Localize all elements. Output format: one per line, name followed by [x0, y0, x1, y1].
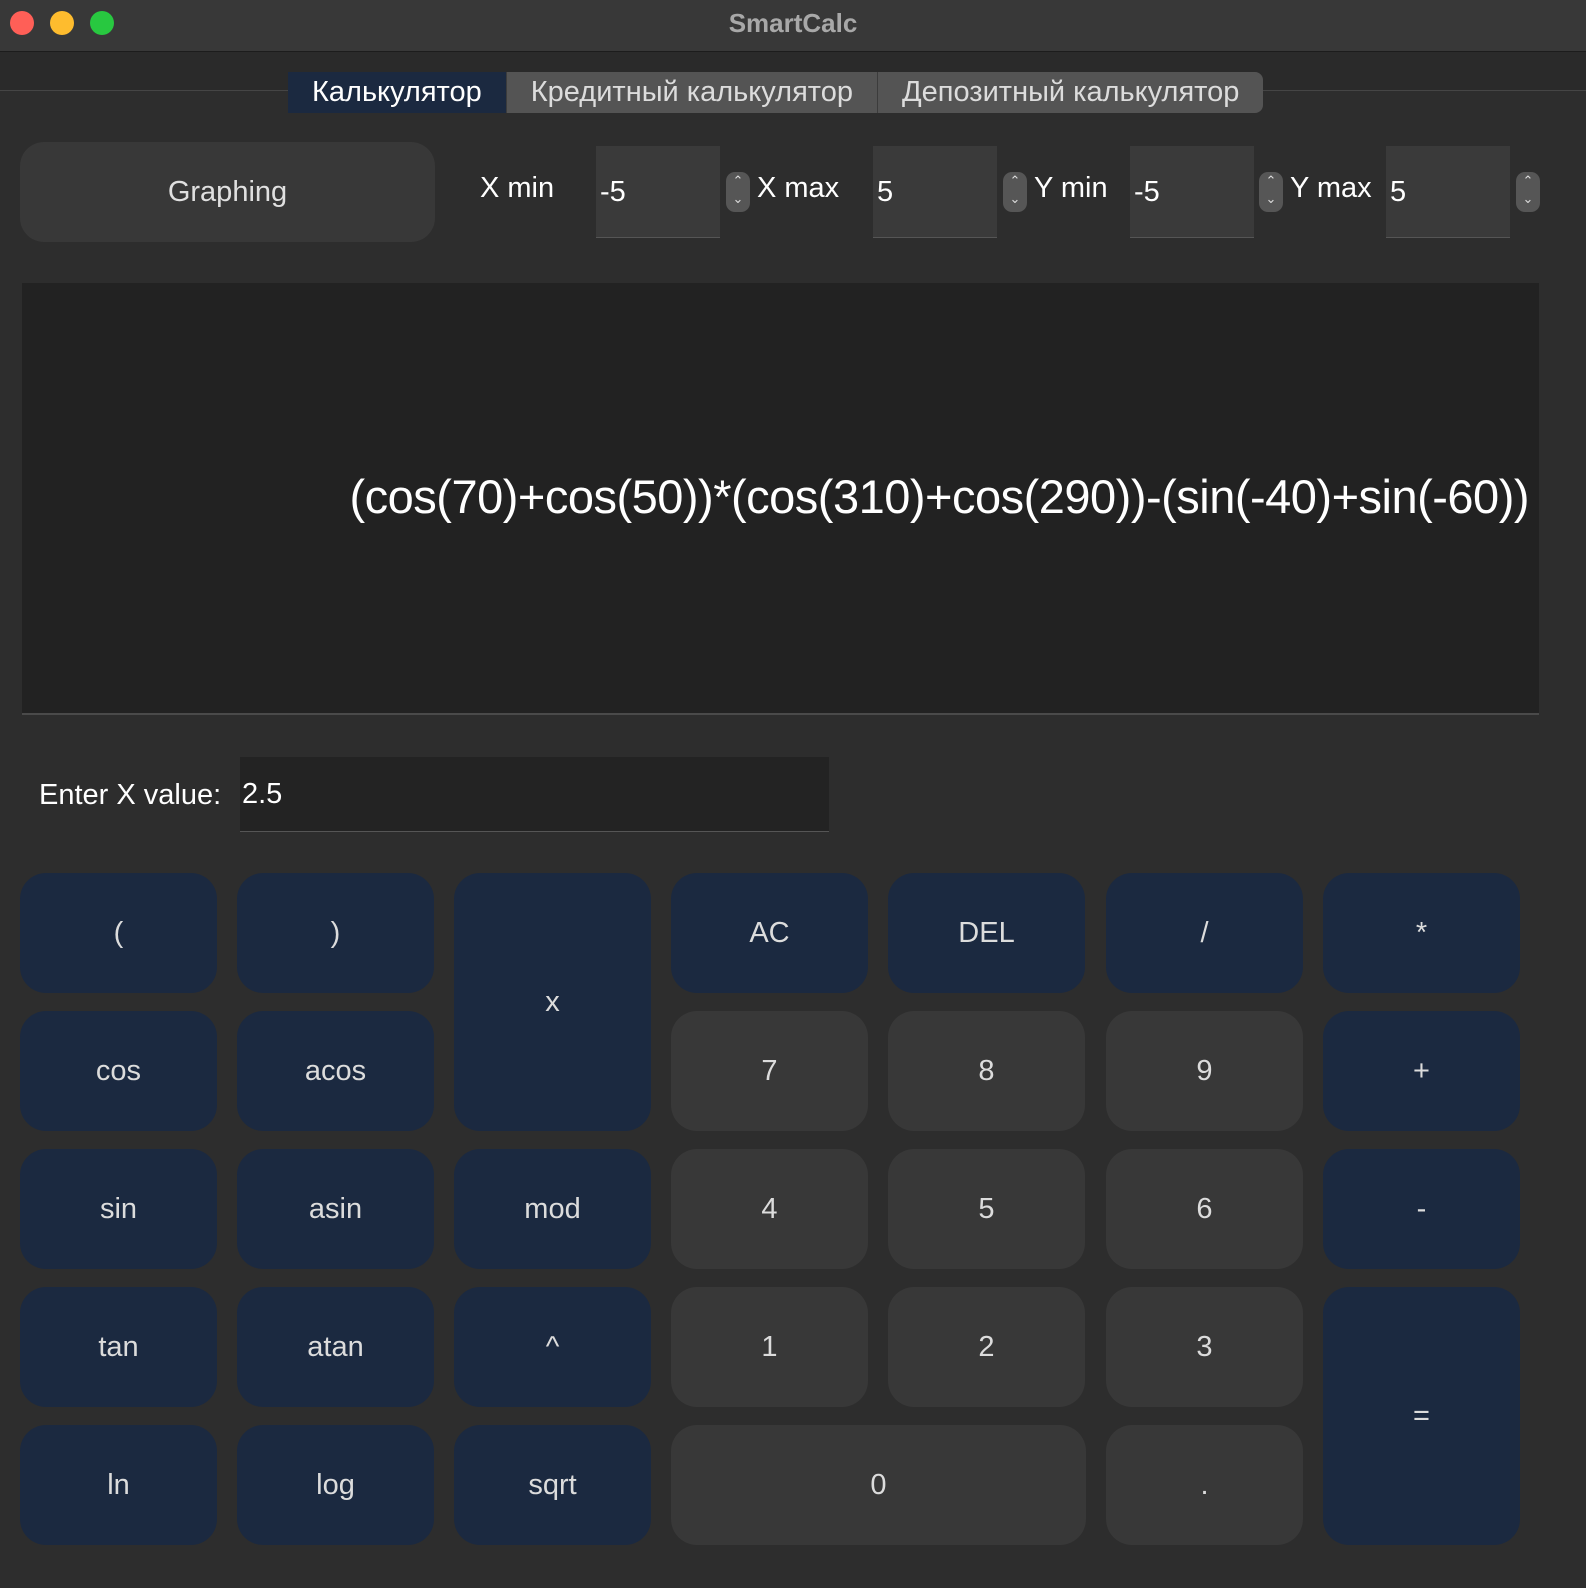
y-min-label: Y min: [1034, 172, 1108, 204]
y-min-input[interactable]: -5: [1130, 146, 1254, 238]
close-paren-button[interactable]: ): [237, 873, 434, 993]
x-variable-button[interactable]: x: [454, 873, 651, 1131]
x-max-input[interactable]: 5: [873, 146, 997, 238]
expression-text: (cos(70)+cos(50))*(cos(310)+cos(290))-(s…: [349, 470, 1530, 523]
tab-bar: Калькулятор Кредитный калькулятор Депози…: [288, 72, 1264, 113]
y-max-input[interactable]: 5: [1386, 146, 1510, 238]
y-max-label: Y max: [1290, 172, 1372, 204]
power-button[interactable]: ^: [454, 1287, 651, 1407]
sqrt-button[interactable]: sqrt: [454, 1425, 651, 1545]
acos-button[interactable]: acos: [237, 1011, 434, 1131]
digit-4-button[interactable]: 4: [671, 1149, 868, 1269]
digit-0-button[interactable]: 0: [671, 1425, 1086, 1545]
open-paren-button[interactable]: (: [20, 873, 217, 993]
x-min-label: X min: [480, 172, 555, 204]
digit-2-button[interactable]: 2: [888, 1287, 1085, 1407]
mod-button[interactable]: mod: [454, 1149, 651, 1269]
window-title: SmartCalc: [728, 8, 858, 38]
digit-8-button[interactable]: 8: [888, 1011, 1085, 1131]
x-value-label: Enter X value:: [39, 779, 222, 811]
digit-6-button[interactable]: 6: [1106, 1149, 1303, 1269]
y-min-stepper-icon[interactable]: ⌃ ⌄: [1259, 172, 1283, 212]
tab-deposit-calculator[interactable]: Депозитный калькулятор: [878, 72, 1264, 113]
graphing-button[interactable]: Graphing: [20, 142, 435, 242]
decimal-point-button[interactable]: .: [1106, 1425, 1303, 1545]
digit-5-button[interactable]: 5: [888, 1149, 1085, 1269]
ln-button[interactable]: ln: [20, 1425, 217, 1545]
sin-button[interactable]: sin: [20, 1149, 217, 1269]
x-max-label: X max: [757, 172, 840, 204]
x-value-input[interactable]: 2.5: [240, 757, 829, 832]
asin-button[interactable]: asin: [237, 1149, 434, 1269]
tan-button[interactable]: tan: [20, 1287, 217, 1407]
divide-button[interactable]: /: [1106, 873, 1303, 993]
plus-button[interactable]: +: [1323, 1011, 1520, 1131]
log-button[interactable]: log: [237, 1425, 434, 1545]
expression-display[interactable]: (cos(70)+cos(50))*(cos(310)+cos(290))-(s…: [22, 283, 1539, 715]
y-max-stepper-icon[interactable]: ⌃ ⌄: [1516, 172, 1540, 212]
digit-9-button[interactable]: 9: [1106, 1011, 1303, 1131]
x-max-stepper-icon[interactable]: ⌃ ⌄: [1003, 172, 1027, 212]
title-bar: SmartCalc: [0, 0, 1586, 52]
digit-7-button[interactable]: 7: [671, 1011, 868, 1131]
digit-3-button[interactable]: 3: [1106, 1287, 1303, 1407]
tab-credit-calculator[interactable]: Кредитный калькулятор: [506, 72, 879, 113]
x-min-stepper-icon[interactable]: ⌃ ⌄: [726, 172, 750, 212]
digit-1-button[interactable]: 1: [671, 1287, 868, 1407]
multiply-button[interactable]: *: [1323, 873, 1520, 993]
cos-button[interactable]: cos: [20, 1011, 217, 1131]
minus-button[interactable]: -: [1323, 1149, 1520, 1269]
delete-button[interactable]: DEL: [888, 873, 1085, 993]
equals-button[interactable]: =: [1323, 1287, 1520, 1545]
atan-button[interactable]: atan: [237, 1287, 434, 1407]
tab-calculator[interactable]: Калькулятор: [288, 72, 507, 113]
x-min-input[interactable]: -5: [596, 146, 720, 238]
clear-all-button[interactable]: AC: [671, 873, 868, 993]
